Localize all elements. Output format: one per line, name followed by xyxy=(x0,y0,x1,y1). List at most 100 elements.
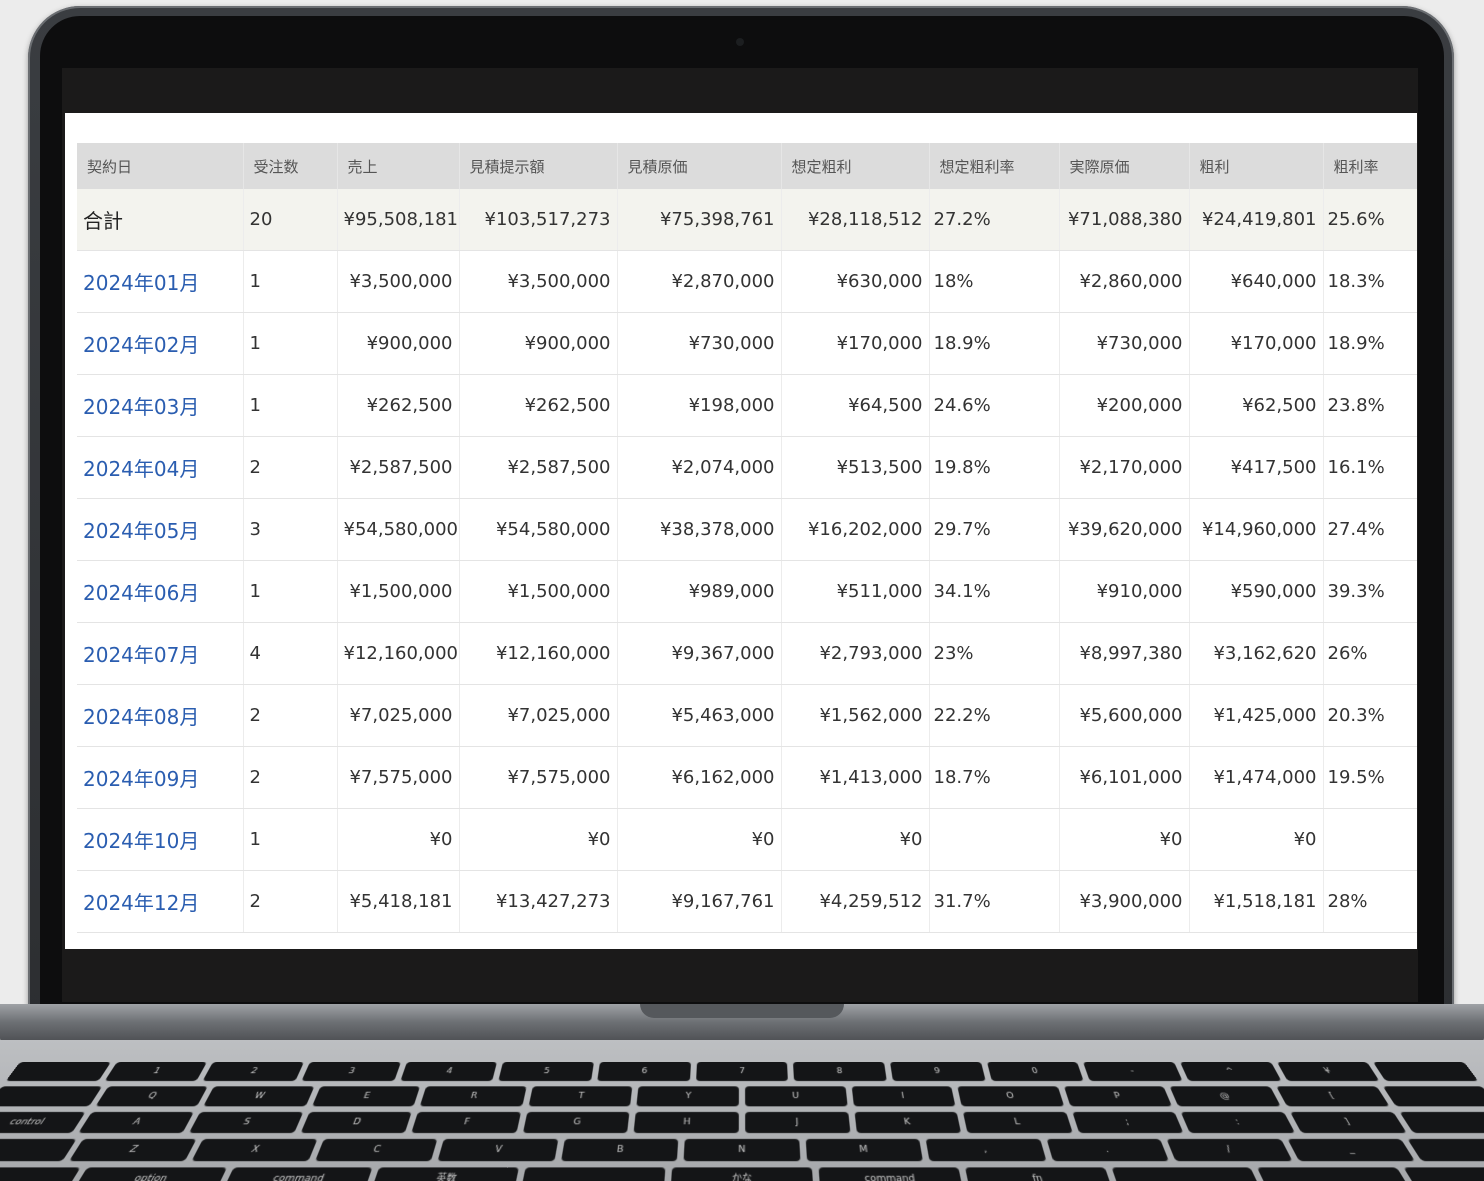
column-header[interactable]: 想定粗利率 xyxy=(929,143,1059,189)
keyboard-key[interactable]: 5 xyxy=(499,1062,594,1081)
keyboard-key[interactable]: 3 xyxy=(301,1062,400,1081)
keyboard-key[interactable]: H xyxy=(634,1112,739,1133)
keyboard-key[interactable]: @ xyxy=(1170,1086,1281,1106)
keyboard-key[interactable]: E xyxy=(312,1086,421,1106)
keyboard-key[interactable]: 2 xyxy=(203,1062,304,1081)
keyboard-key[interactable]: X xyxy=(192,1139,318,1161)
laptop-hinge-notch xyxy=(640,1004,844,1018)
keyboard-key[interactable]: F xyxy=(412,1112,521,1133)
keyboard-key[interactable]: Z xyxy=(68,1139,196,1161)
keyboard-key[interactable]: T xyxy=(528,1086,632,1106)
keyboard-key[interactable]: 1 xyxy=(104,1062,207,1081)
month-link[interactable]: 2024年02月 xyxy=(83,333,199,357)
table-cell: 1 xyxy=(243,313,337,375)
table-cell: ¥1,518,181 xyxy=(1189,871,1323,933)
month-link[interactable]: 2024年01月 xyxy=(83,271,199,295)
month-cell: 2024年05月 xyxy=(77,499,243,561)
keyboard-key[interactable]: U xyxy=(745,1086,847,1106)
keyboard-key[interactable]: command xyxy=(222,1167,373,1181)
keyboard-key[interactable]: option xyxy=(73,1167,227,1181)
keyboard-key[interactable] xyxy=(6,1062,111,1081)
month-link[interactable]: 2024年03月 xyxy=(83,395,199,419)
month-link[interactable]: 2024年04月 xyxy=(83,457,199,481)
keyboard-key[interactable] xyxy=(1373,1062,1478,1081)
keyboard-key[interactable]: かな xyxy=(671,1167,814,1181)
month-link[interactable]: 2024年12月 xyxy=(83,891,199,915)
keyboard-key[interactable]: N xyxy=(684,1139,800,1161)
keyboard-key[interactable]: J xyxy=(745,1112,850,1133)
column-header[interactable]: 受注数 xyxy=(243,143,337,189)
keyboard-key[interactable]: , xyxy=(926,1139,1046,1161)
keyboard-key[interactable] xyxy=(1382,1086,1484,1106)
keyboard-key[interactable]: O xyxy=(958,1086,1064,1106)
month-link[interactable]: 2024年05月 xyxy=(83,519,199,543)
month-link[interactable]: 2024年09月 xyxy=(83,767,199,791)
keyboard-key[interactable]: . xyxy=(1046,1139,1169,1161)
column-header[interactable]: 契約日 xyxy=(77,143,243,189)
keyboard-key[interactable]: 英数 xyxy=(372,1167,520,1181)
keyboard-key[interactable]: D xyxy=(300,1112,412,1133)
keyboard-key[interactable]: _ xyxy=(1287,1139,1415,1161)
keyboard-key[interactable] xyxy=(521,1167,665,1181)
keyboard-key[interactable]: 8 xyxy=(793,1062,886,1081)
month-cell: 2024年07月 xyxy=(77,623,243,685)
keyboard-key[interactable]: - xyxy=(1083,1062,1182,1081)
keyboard-key[interactable]: 9 xyxy=(890,1062,985,1081)
keyboard-key[interactable]: fn xyxy=(965,1167,1113,1181)
keyboard-key[interactable]: I xyxy=(851,1086,955,1106)
keyboard-key[interactable]: 4 xyxy=(400,1062,497,1081)
keyboard-key[interactable] xyxy=(0,1167,80,1181)
keyboard-key[interactable]: / xyxy=(1167,1139,1293,1161)
month-link[interactable]: 2024年07月 xyxy=(83,643,199,667)
keyboard-key[interactable]: K xyxy=(854,1112,961,1133)
keyboard-key[interactable] xyxy=(1399,1112,1484,1133)
keyboard-key[interactable]: ; xyxy=(1072,1112,1184,1133)
keyboard-key[interactable]: ] xyxy=(1290,1112,1406,1133)
keyboard-key[interactable]: Q xyxy=(95,1086,208,1106)
month-link[interactable]: 2024年06月 xyxy=(83,581,199,605)
keyboard-key[interactable]: C xyxy=(315,1139,438,1161)
column-header[interactable]: 見積提示額 xyxy=(459,143,617,189)
keyboard-key[interactable]: V xyxy=(438,1139,558,1161)
month-link[interactable]: 2024年08月 xyxy=(83,705,199,729)
keyboard-key[interactable]: : xyxy=(1181,1112,1295,1133)
keyboard-key[interactable]: 6 xyxy=(597,1062,690,1081)
keyboard-key[interactable] xyxy=(1257,1167,1411,1181)
column-header[interactable]: 粗利率 xyxy=(1323,143,1417,189)
table-row: 2024年12月 2 ¥5,418,181 ¥13,427,273 ¥9,167,761… xyxy=(77,871,1417,933)
column-header[interactable]: 見積原価 xyxy=(617,143,781,189)
total-row: 合計 20 ¥95,508,181 ¥103,517,273 ¥75,398,761 ¥2… xyxy=(77,189,1417,251)
keyboard-key[interactable]: A xyxy=(78,1112,194,1133)
keyboard-key[interactable]: W xyxy=(203,1086,314,1106)
month-link[interactable]: 2024年10月 xyxy=(83,829,199,853)
column-header[interactable]: 実際原価 xyxy=(1059,143,1189,189)
column-header[interactable]: 粗利 xyxy=(1189,143,1323,189)
keyboard-key[interactable] xyxy=(1404,1167,1484,1181)
keyboard-key[interactable] xyxy=(1408,1139,1484,1161)
keyboard-key[interactable] xyxy=(1111,1167,1262,1181)
keyboard-key[interactable] xyxy=(0,1139,76,1161)
keyboard-key[interactable]: P xyxy=(1064,1086,1173,1106)
keyboard-key[interactable]: 7 xyxy=(696,1062,788,1081)
keyboard-key[interactable]: control xyxy=(0,1112,85,1133)
month-cell: 2024年02月 xyxy=(77,313,243,375)
keyboard-key[interactable]: command xyxy=(818,1167,962,1181)
keyboard-key[interactable] xyxy=(0,1086,102,1106)
keyboard-key[interactable]: G xyxy=(523,1112,630,1133)
keyboard-key[interactable]: Y xyxy=(637,1086,739,1106)
column-header[interactable]: 想定粗利 xyxy=(781,143,929,189)
table-cell: ¥513,500 xyxy=(781,437,929,499)
keyboard-key[interactable]: B xyxy=(561,1139,679,1161)
column-header[interactable]: 売上 xyxy=(337,143,459,189)
keyboard-key[interactable]: 0 xyxy=(987,1062,1084,1081)
table-cell: ¥730,000 xyxy=(617,313,781,375)
table-cell: 34.1% xyxy=(929,561,1059,623)
keyboard-key[interactable]: M xyxy=(805,1139,923,1161)
keyboard-key[interactable]: ¥ xyxy=(1277,1062,1380,1081)
table-cell: 19.8% xyxy=(929,437,1059,499)
keyboard-key[interactable]: [ xyxy=(1276,1086,1389,1106)
keyboard-key[interactable]: R xyxy=(420,1086,526,1106)
keyboard-key[interactable]: L xyxy=(963,1112,1072,1133)
keyboard-key[interactable]: S xyxy=(189,1112,303,1133)
keyboard-key[interactable]: ^ xyxy=(1180,1062,1281,1081)
